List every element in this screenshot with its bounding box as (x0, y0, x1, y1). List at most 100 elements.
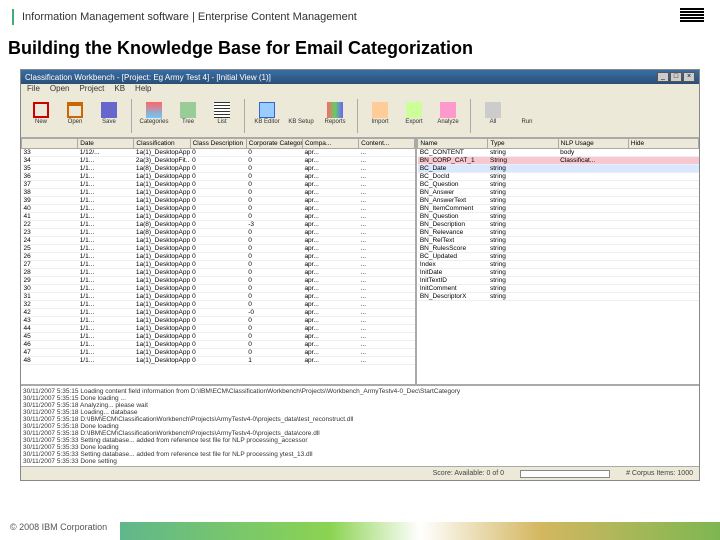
grid-col-header[interactable]: Compa... (302, 139, 358, 149)
table-row[interactable]: 241/1...1a(1)_DesktopAppl...00apr...... (22, 237, 415, 245)
table-row[interactable]: 461/1...1a(1)_DesktopAppl...00apr...... (22, 341, 415, 349)
titlebar: Classification Workbench - [Project: Eg … (21, 70, 699, 84)
fields-pane[interactable]: NameTypeNLP UsageHide BC_CONTENTstringbo… (417, 138, 699, 384)
field-row[interactable]: InitDatestring (418, 269, 699, 277)
save-icon (101, 102, 117, 118)
main-grid[interactable]: DateClassificationClass DescriptionCorpo… (21, 138, 415, 365)
field-row[interactable]: BN_DescriptorXstring (418, 293, 699, 301)
toolbar-new-button[interactable]: New (25, 99, 57, 135)
field-row[interactable]: BC_Datestring (418, 165, 699, 173)
table-row[interactable]: 331/12/...1a(1)_DesktopAppl...00apr.....… (22, 149, 415, 157)
toolbar-kbset-button[interactable]: KB Setup (285, 99, 317, 135)
field-row[interactable]: BC_Questionstring (418, 181, 699, 189)
toolbar-run-button[interactable]: Run (511, 99, 543, 135)
field-row[interactable]: Indexstring (418, 261, 699, 269)
field-row[interactable]: BN_RulesScorestring (418, 245, 699, 253)
table-row[interactable]: 431/1...1a(1)_DesktopAppl...00apr...... (22, 317, 415, 325)
field-row[interactable]: BN_RelTextstring (418, 237, 699, 245)
menu-kb[interactable]: KB (114, 84, 125, 96)
list-icon (214, 102, 230, 118)
main-grid-pane[interactable]: DateClassificationClass DescriptionCorpo… (21, 138, 417, 384)
content-panes: DateClassificationClass DescriptionCorpo… (21, 138, 699, 384)
close-button[interactable]: × (683, 72, 695, 82)
table-row[interactable]: 471/1...1a(1)_DesktopAppl...00apr...... (22, 349, 415, 357)
table-row[interactable]: 441/1...1a(1)_DesktopAppl...00apr...... (22, 325, 415, 333)
table-row[interactable]: 301/1...1a(1)_DesktopAppl...00apr...... (22, 285, 415, 293)
toolbar-all-button[interactable]: All (477, 99, 509, 135)
toolbar-cat-button[interactable]: Categories (138, 99, 170, 135)
table-row[interactable]: 341/1...2a(3)_DesktopFit...00apr...... (22, 157, 415, 165)
minimize-button[interactable]: _ (657, 72, 669, 82)
table-row[interactable]: 451/1...1a(1)_DesktopAppl...00apr...... (22, 333, 415, 341)
menu-file[interactable]: File (27, 84, 40, 96)
table-row[interactable]: 281/1...1a(1)_DesktopAppl...00apr...... (22, 269, 415, 277)
table-row[interactable]: 421/1...1a(1)_DesktopAppl...0-0apr...... (22, 309, 415, 317)
run-icon (519, 102, 535, 118)
menu-open[interactable]: Open (50, 84, 70, 96)
an-icon (440, 102, 456, 118)
all-icon (485, 102, 501, 118)
menu-project[interactable]: Project (79, 84, 104, 96)
window-buttons: _ □ × (657, 72, 695, 82)
toolbar-open-button[interactable]: Open (59, 99, 91, 135)
table-row[interactable]: 401/1...1a(1)_DesktopAppl...00apr...... (22, 205, 415, 213)
new-icon (33, 102, 49, 118)
log-line: 30/11/2007 5:35:18 Loading... database (23, 409, 697, 416)
table-row[interactable]: 411/1...1a(1)_DesktopAppl...00apr...... (22, 213, 415, 221)
field-row[interactable]: BN_ItemCommentstring (418, 205, 699, 213)
grid-col-header[interactable] (22, 139, 78, 149)
field-row[interactable]: BN_CORP_CAT_1StringClassificat... (418, 157, 699, 165)
fields-grid[interactable]: NameTypeNLP UsageHide BC_CONTENTstringbo… (417, 138, 699, 301)
table-row[interactable]: 381/1...1a(1)_DesktopAppl...00apr...... (22, 189, 415, 197)
table-row[interactable]: 371/1...1a(1)_DesktopAppl...00apr...... (22, 181, 415, 189)
table-row[interactable]: 391/1...1a(1)_DesktopAppl...00apr...... (22, 197, 415, 205)
field-row[interactable]: InitCommentstring (418, 285, 699, 293)
maximize-button[interactable]: □ (670, 72, 682, 82)
rep-icon (327, 102, 343, 118)
field-row[interactable]: BN_AnswerTextstring (418, 197, 699, 205)
tree-icon (180, 102, 196, 118)
grid-col-header[interactable]: Date (78, 139, 134, 149)
toolbar-list-button[interactable]: List (206, 99, 238, 135)
menu-help[interactable]: Help (135, 84, 151, 96)
grid-col-header[interactable]: Class Description (190, 139, 246, 149)
log-line: 30/11/2007 5:35:33 Setting database... a… (23, 451, 697, 458)
table-row[interactable]: 481/1...1a(1)_DesktopAppl...01apr...... (22, 357, 415, 365)
table-row[interactable]: 351/1...1a(8)_DesktopAppl...00apr...... (22, 165, 415, 173)
table-row[interactable]: 271/1...1a(1)_DesktopAppl...00apr...... (22, 261, 415, 269)
field-row[interactable]: BN_Relevancestring (418, 229, 699, 237)
field-row[interactable]: BN_Questionstring (418, 213, 699, 221)
log-pane[interactable]: 30/11/2007 5:35:15 Loading content field… (21, 384, 699, 466)
field-row[interactable]: InitTextIDstring (418, 277, 699, 285)
toolbar-kb-button[interactable]: KB Editor (251, 99, 283, 135)
table-row[interactable]: 311/1...1a(1)_DesktopAppl...00apr...... (22, 293, 415, 301)
field-row[interactable]: BC_Updatedstring (418, 253, 699, 261)
side-col-header[interactable]: Hide (628, 139, 698, 149)
toolbar-rep-button[interactable]: Reports (319, 99, 351, 135)
table-row[interactable]: 261/1...1a(1)_DesktopAppl...00apr...... (22, 253, 415, 261)
side-col-header[interactable]: Type (488, 139, 558, 149)
toolbar-save-button[interactable]: Save (93, 99, 125, 135)
side-col-header[interactable]: Name (418, 139, 488, 149)
grid-col-header[interactable]: Classification (134, 139, 190, 149)
table-row[interactable]: 321/1...1a(1)_DesktopAppl...00apr...... (22, 301, 415, 309)
toolbar-tree-button[interactable]: Tree (172, 99, 204, 135)
toolbar-an-button[interactable]: Analyze (432, 99, 464, 135)
side-col-header[interactable]: NLP Usage (558, 139, 628, 149)
log-line: 30/11/2007 5:35:18 Done loading (23, 423, 697, 430)
grid-col-header[interactable]: Corporate Category (246, 139, 302, 149)
toolbar-imp-button[interactable]: Import (364, 99, 396, 135)
field-row[interactable]: BN_Descriptionstring (418, 221, 699, 229)
table-row[interactable]: 291/1...1a(1)_DesktopAppl...00apr...... (22, 277, 415, 285)
window-title: Classification Workbench - [Project: Eg … (25, 73, 271, 82)
table-row[interactable]: 221/1...1a(8)_DesktopAppl...0-3apr...... (22, 221, 415, 229)
table-row[interactable]: 251/1...1a(1)_DesktopAppl...00apr...... (22, 245, 415, 253)
field-row[interactable]: BC_DocIdstring (418, 173, 699, 181)
field-row[interactable]: BC_CONTENTstringbody (418, 149, 699, 157)
table-row[interactable]: 361/1...1a(1)_DesktopAppl...00apr...... (22, 173, 415, 181)
toolbar-exp-button[interactable]: Export (398, 99, 430, 135)
field-row[interactable]: BN_Answerstring (418, 189, 699, 197)
table-row[interactable]: 231/1...1a(8)_DesktopAppl...00apr...... (22, 229, 415, 237)
log-line: 30/11/2007 5:35:18 D:\IBM\ECM\Classifica… (23, 430, 697, 437)
grid-col-header[interactable]: Content... (359, 139, 415, 149)
